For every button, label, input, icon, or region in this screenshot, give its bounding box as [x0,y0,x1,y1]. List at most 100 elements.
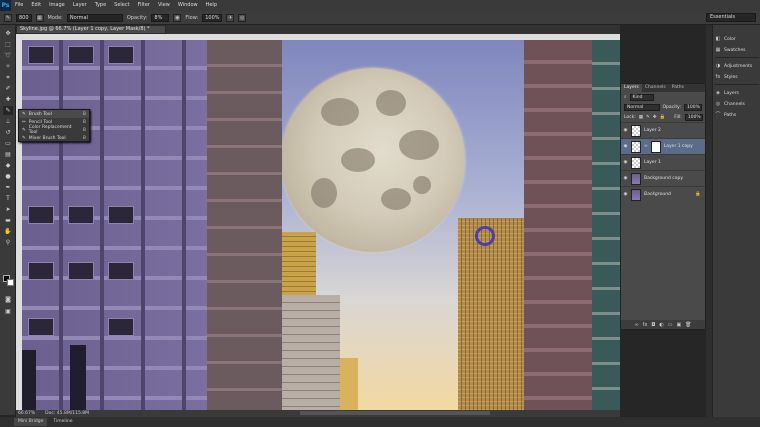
mode-select[interactable]: Normal [66,13,123,22]
background-color-swatch[interactable] [7,279,14,286]
layer-row-selected[interactable]: ◉ ∞ Layer 1 copy [621,138,705,154]
add-mask-icon[interactable]: ◘ [651,322,655,328]
color-replace-icon: ✎ [22,127,26,133]
visibility-eye-icon[interactable]: ◉ [623,176,628,181]
layer-mask-thumbnail[interactable] [650,140,661,153]
dock-color[interactable]: ◧ Color [715,34,736,44]
pressure-size-icon[interactable]: ◎ [238,13,247,22]
layer-row[interactable]: ◉ Background copy [621,170,705,186]
horizontal-scrollbar[interactable] [300,411,490,415]
flow-field[interactable]: 100% [202,13,223,22]
link-layers-icon[interactable]: ∞ [634,322,638,328]
adjustment-layer-icon[interactable]: ◐ [659,322,663,328]
filter-icon: ⌕ [624,95,627,100]
zoom-tool-icon[interactable]: ⚲ [3,238,13,247]
menu-window[interactable]: Window [174,0,202,11]
new-group-icon[interactable]: ▭ [668,322,673,328]
layer-row[interactable]: ◉ Layer 1 [621,154,705,170]
screen-mode-icon[interactable]: ▣ [3,307,13,316]
history-brush-tool-icon[interactable]: ↺ [3,128,13,137]
opacity-field[interactable]: 8% [151,13,170,22]
lasso-tool-icon[interactable]: ➰ [3,51,13,60]
fx-icon[interactable]: fx [643,322,648,328]
brush-panel-icon[interactable]: ▦ [35,13,44,22]
clone-stamp-tool-icon[interactable]: ⊥ [3,117,13,126]
quick-select-tool-icon[interactable]: ✧ [3,62,13,71]
gradient-tool-icon[interactable]: ▤ [3,150,13,159]
visibility-eye-icon[interactable]: ◉ [623,128,628,133]
tab-paths[interactable]: Paths [669,84,687,92]
zoom-level[interactable]: 66.67% [18,411,35,416]
fill-field[interactable]: 100% [684,113,703,121]
crop-tool-icon[interactable]: ⌗ [3,73,13,82]
pressure-opacity-icon[interactable]: ◉ [173,13,182,22]
gold-tower [458,218,524,410]
eyedropper-tool-icon[interactable]: ✐ [3,84,13,93]
dock-layers[interactable]: ◈ Layers [715,88,739,98]
doc-info[interactable]: Doc: 45.8M/115.8M [45,411,89,416]
menu-image[interactable]: Image [45,0,69,11]
visibility-eye-icon[interactable]: ◉ [623,192,628,197]
menu-help[interactable]: Help [202,0,221,11]
eraser-tool-icon[interactable]: ▭ [3,139,13,148]
hand-tool-icon[interactable]: ✋ [3,227,13,236]
bottom-panel-bar: Mini Bridge Timeline [0,417,760,427]
new-layer-icon[interactable]: ▣ [676,322,681,328]
move-tool-icon[interactable]: ✥ [3,29,13,38]
dock-styles[interactable]: fx Styles [715,72,738,82]
pen-tool-icon[interactable]: ✒ [3,183,13,192]
layer-thumbnail [631,188,641,201]
blur-tool-icon[interactable]: ◆ [3,161,13,170]
menu-edit[interactable]: Edit [27,0,45,11]
dock-channels[interactable]: ◎ Channels [715,99,745,109]
adjustments-icon: ◑ [715,63,721,69]
tab-mini-bridge[interactable]: Mini Bridge [14,418,48,426]
swatches-icon: ▦ [715,47,721,53]
kind-select[interactable]: Kind [629,93,654,101]
dock-adjustments[interactable]: ◑ Adjustments [715,61,752,71]
tab-timeline[interactable]: Timeline [49,418,76,426]
document-canvas[interactable] [22,40,620,410]
shape-tool-icon[interactable]: ▬ [3,216,13,225]
flyout-brush-tool[interactable]: ✎ Brush Tool B [19,110,89,118]
healing-tool-icon[interactable]: ✚ [3,95,13,104]
dodge-tool-icon[interactable]: ● [3,172,13,181]
marquee-tool-icon[interactable]: ⬚ [3,40,13,49]
quick-mask-icon[interactable]: ◙ [3,295,13,304]
brush-tool-icon[interactable]: ✎ [3,106,13,115]
trash-icon[interactable]: 🗑 [685,322,691,328]
brush-size-field[interactable]: 800 [16,13,32,22]
path-select-tool-icon[interactable]: ➤ [3,205,13,214]
blend-mode-select[interactable]: Normal [624,103,660,111]
tab-layers[interactable]: Layers [621,84,642,92]
layer-opacity-field[interactable]: 100% [684,103,702,111]
document-tab[interactable]: Skyline.jpg @ 66.7% (Layer 1 copy, Layer… [16,25,166,34]
right-glass-building [592,40,620,410]
link-icon: ∞ [644,144,648,149]
type-tool-icon[interactable]: T [3,194,13,203]
menu-view[interactable]: View [154,0,174,11]
menu-filter[interactable]: Filter [134,0,154,11]
lock-position-icon[interactable]: ✥ [653,115,657,120]
tab-channels[interactable]: Channels [642,84,669,92]
lock-pixels-icon[interactable]: ✎ [646,115,650,120]
menu-select[interactable]: Select [110,0,133,11]
layer-row[interactable]: ◉ Layer 2 [621,122,705,138]
workspace-select[interactable]: Essentials [706,13,756,22]
lock-transparent-icon[interactable]: ▦ [639,115,643,120]
menu-type[interactable]: Type [91,0,110,11]
lock-all-icon[interactable]: 🔒 [660,115,666,120]
visibility-eye-icon[interactable]: ◉ [623,144,628,149]
dock-swatches[interactable]: ▦ Swatches [715,45,746,55]
visibility-eye-icon[interactable]: ◉ [623,160,628,165]
dock-paths[interactable]: ⌒ Paths [715,110,736,120]
flyout-mixer-brush-tool[interactable]: ✎ Mixer Brush Tool B [19,134,89,142]
flyout-color-replacement-tool[interactable]: ✎ Color Replacement Tool B [19,125,89,135]
layer-row[interactable]: ◉ Background 🔒 [621,186,705,202]
layers-panel-footer: ∞ fx ◘ ◐ ▭ ▣ 🗑 [621,320,705,329]
menu-layer[interactable]: Layer [69,0,91,11]
airbrush-icon[interactable]: ✈ [226,13,235,22]
lock-icon: 🔒 [695,192,701,197]
brush-preset-icon[interactable]: ✎ [4,13,12,22]
menu-file[interactable]: File [11,0,27,11]
